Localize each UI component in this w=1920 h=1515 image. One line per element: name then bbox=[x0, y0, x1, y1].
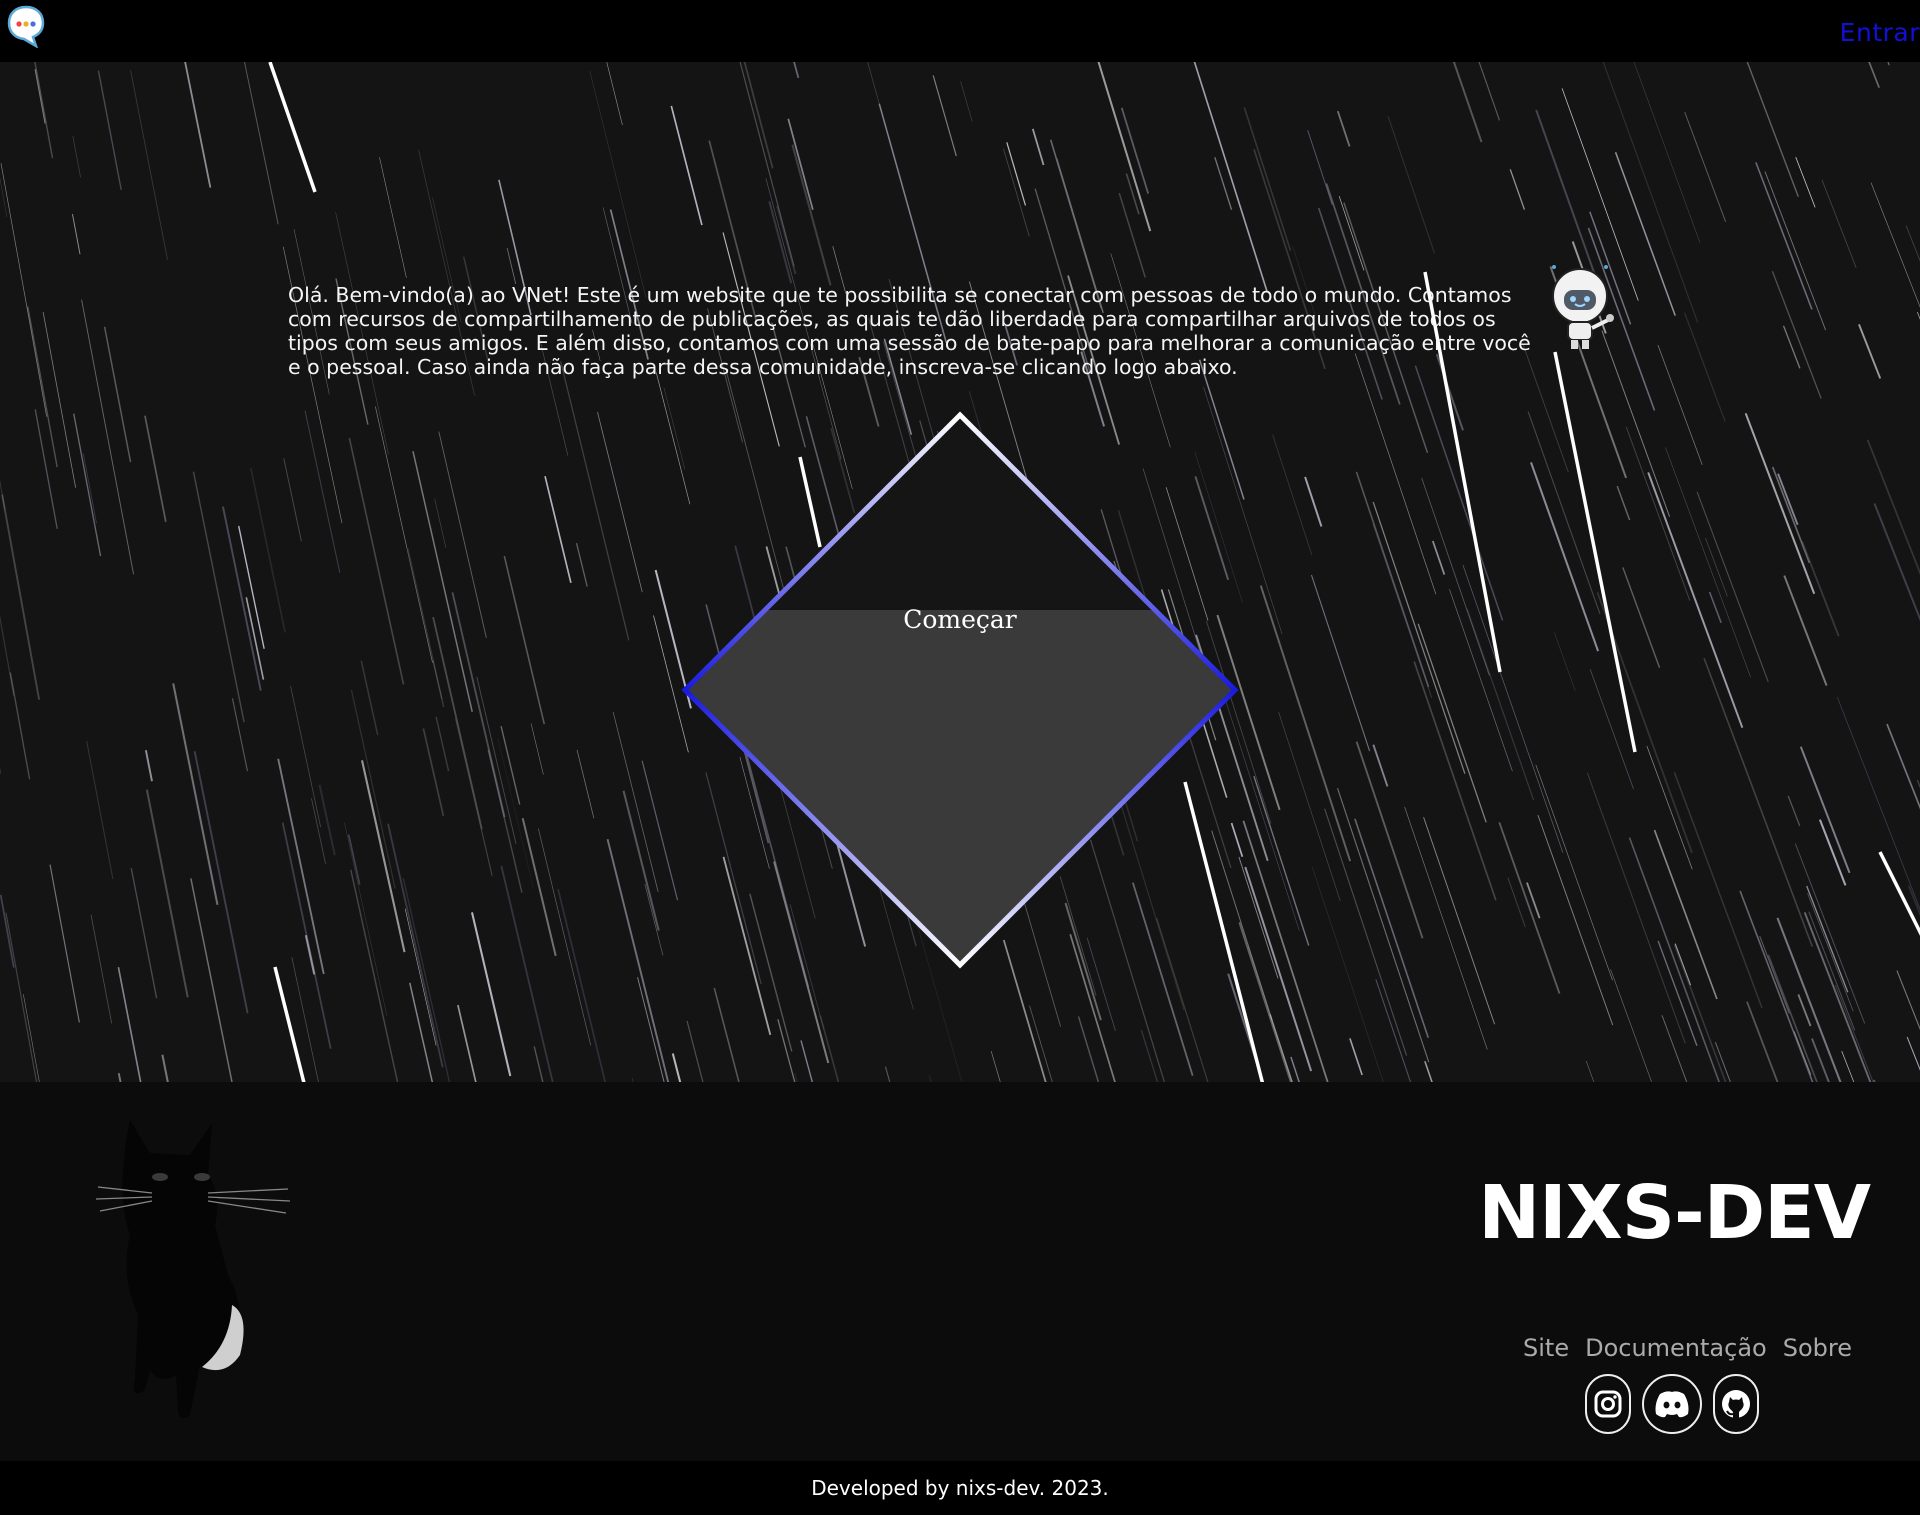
github-icon bbox=[1722, 1390, 1750, 1418]
intro-text: Olá. Bem-vindo(a) ao VNet! Este é um web… bbox=[288, 283, 1531, 379]
footer-link-docs[interactable]: Documentação bbox=[1585, 1334, 1767, 1362]
footer-brand: NIXS-DEV bbox=[1478, 1170, 1871, 1256]
social-links bbox=[1585, 1374, 1759, 1434]
chat-bubble-logo-icon[interactable] bbox=[6, 4, 46, 48]
top-navbar: Entrar bbox=[0, 0, 1920, 62]
developer-credit: Developed by nixs-dev. 2023. bbox=[811, 1476, 1109, 1500]
instagram-icon bbox=[1594, 1390, 1622, 1418]
black-cat-illustration bbox=[95, 1120, 291, 1419]
footer-link-site[interactable]: Site bbox=[1523, 1334, 1569, 1362]
robot-mascot-icon bbox=[1552, 265, 1614, 349]
footer-links: Site Documentação Sobre bbox=[1523, 1334, 1852, 1362]
discord-button[interactable] bbox=[1642, 1374, 1702, 1434]
start-button-label: Começar bbox=[903, 605, 1017, 634]
login-link[interactable]: Entrar bbox=[1840, 18, 1920, 47]
bottom-bar: Developed by nixs-dev. 2023. bbox=[0, 1461, 1920, 1515]
footer-link-about[interactable]: Sobre bbox=[1783, 1334, 1852, 1362]
discord-icon bbox=[1655, 1391, 1689, 1418]
instagram-button[interactable] bbox=[1585, 1374, 1631, 1434]
github-button[interactable] bbox=[1713, 1374, 1759, 1434]
start-button[interactable] bbox=[820, 550, 1100, 830]
